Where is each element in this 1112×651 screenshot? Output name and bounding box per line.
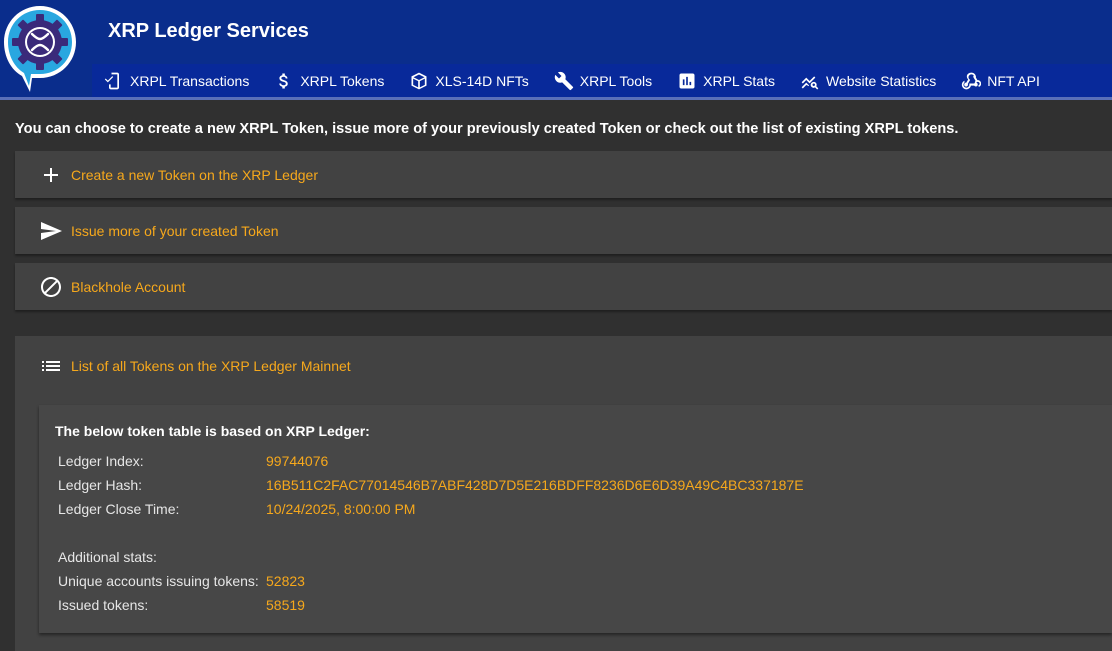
- ledger-card-title: The below token table is based on XRP Le…: [55, 423, 370, 439]
- token-list-panel: List of all Tokens on the XRP Ledger Mai…: [15, 336, 1112, 651]
- unique-accounts-label: Unique accounts issuing tokens:: [58, 573, 259, 589]
- blackhole-account-panel[interactable]: Blackhole Account: [15, 263, 1112, 310]
- nav-website-statistics[interactable]: Website Statistics: [788, 64, 949, 98]
- app-header: XRP Ledger Services XRPL Transactions XR…: [0, 0, 1112, 100]
- intro-text: You can choose to create a new XRPL Toke…: [15, 121, 959, 137]
- issued-tokens-value: 58519: [266, 597, 305, 613]
- list-icon: [39, 354, 63, 378]
- nav-xrpl-tokens[interactable]: XRPL Tokens: [262, 64, 397, 98]
- plus-icon: [39, 163, 63, 187]
- nav-label: Website Statistics: [825, 73, 937, 89]
- issue-token-label: Issue more of your created Token: [71, 222, 279, 239]
- additional-stats-label: Additional stats:: [58, 549, 157, 565]
- unique-accounts-value: 52823: [266, 573, 305, 589]
- trend-search-icon: [801, 76, 819, 90]
- nav-label: NFT API: [987, 73, 1040, 89]
- blackhole-account-label: Blackhole Account: [71, 278, 186, 295]
- app-title: XRP Ledger Services: [108, 20, 309, 42]
- ledger-close-time-label: Ledger Close Time:: [58, 501, 180, 517]
- webhook-icon: [962, 72, 982, 90]
- nav-label: XRPL Tools: [579, 73, 653, 89]
- token-list-header[interactable]: List of all Tokens on the XRP Ledger Mai…: [15, 336, 1112, 396]
- block-icon: [39, 275, 63, 299]
- xrp-logo-icon[interactable]: [2, 4, 78, 94]
- nav-label: XLS-14D NFTs: [435, 73, 529, 89]
- nav-nft-api[interactable]: NFT API: [949, 64, 1053, 98]
- nav-xls-14d-nfts[interactable]: XLS-14D NFTs: [397, 64, 541, 98]
- ledger-index-value: 99744076: [266, 453, 329, 469]
- nav-xrpl-tools[interactable]: XRPL Tools: [542, 64, 665, 98]
- send-icon: [39, 219, 63, 243]
- wrench-icon: [554, 71, 573, 91]
- ledger-index-label: Ledger Index:: [58, 453, 144, 469]
- ledger-info-card: The below token table is based on XRP Le…: [39, 405, 1112, 633]
- cube-icon: [411, 72, 427, 90]
- token-list-label: List of all Tokens on the XRP Ledger Mai…: [71, 358, 351, 374]
- ledger-hash-value: 16B511C2FAC77014546B7ABF428D7D5E216BDFF8…: [266, 477, 804, 493]
- nav-xrpl-stats[interactable]: XRPL Stats: [665, 64, 788, 98]
- nav-label: XRPL Tokens: [300, 73, 385, 89]
- ledger-hash-label: Ledger Hash:: [58, 477, 143, 493]
- ledger-close-time-value: 10/24/2025, 8:00:00 PM: [266, 501, 416, 517]
- dollar-icon: [279, 73, 289, 89]
- issued-tokens-label: Issued tokens:: [58, 597, 149, 613]
- nav-label: XRPL Transactions: [130, 73, 250, 89]
- create-token-label: Create a new Token on the XRP Ledger: [71, 166, 318, 183]
- create-token-panel[interactable]: Create a new Token on the XRP Ledger: [15, 151, 1112, 198]
- issue-token-panel[interactable]: Issue more of your created Token: [15, 207, 1112, 254]
- transaction-check-icon: [104, 72, 119, 90]
- nav-xrpl-transactions[interactable]: XRPL Transactions: [92, 64, 262, 98]
- main-nav: XRPL Transactions XRPL Tokens XLS-14D NF…: [92, 64, 1112, 98]
- nav-label: XRPL Stats: [703, 73, 775, 89]
- stats-chart-icon: [679, 73, 695, 89]
